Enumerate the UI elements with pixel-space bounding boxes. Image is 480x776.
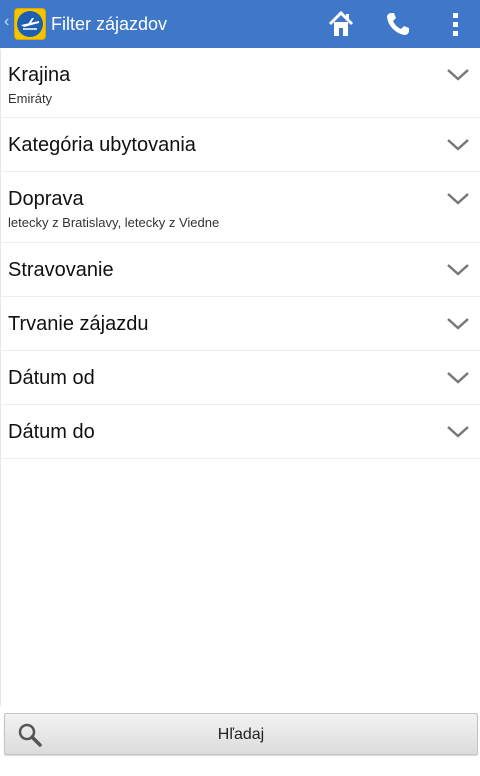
overflow-menu-icon bbox=[453, 13, 458, 36]
filter-row-datum-od[interactable]: Dátum od bbox=[0, 351, 480, 405]
chevron-down-icon bbox=[447, 193, 469, 205]
filter-value: Emiráty bbox=[8, 91, 53, 106]
call-button[interactable] bbox=[383, 9, 413, 39]
filter-title: Dátum do bbox=[8, 421, 95, 443]
home-button[interactable] bbox=[326, 9, 356, 39]
filter-row-trvanie-zajazdu[interactable]: Trvanie zájazdu bbox=[0, 297, 480, 351]
chevron-down-icon bbox=[447, 426, 469, 438]
airplane-icon bbox=[17, 11, 43, 37]
filter-title: Krajina bbox=[8, 64, 71, 86]
filter-list: Krajina Emiráty Kategória ubytovania Dop… bbox=[0, 49, 480, 459]
filter-row-stravovanie[interactable]: Stravovanie bbox=[0, 243, 480, 297]
page-title: Filter zájazdov bbox=[51, 14, 168, 34]
home-icon bbox=[328, 10, 354, 36]
chevron-down-icon bbox=[447, 372, 469, 384]
search-button-label: Hľadaj bbox=[217, 726, 265, 743]
chevron-down-icon bbox=[447, 264, 469, 276]
filter-row-kategoria-ubytovania[interactable]: Kategória ubytovania bbox=[0, 118, 480, 172]
search-button[interactable]: Hľadaj bbox=[4, 713, 478, 755]
filter-title: Stravovanie bbox=[8, 259, 114, 281]
chevron-down-icon bbox=[447, 318, 469, 330]
overflow-menu-button[interactable] bbox=[440, 9, 470, 39]
chevron-down-icon bbox=[447, 139, 469, 151]
filter-value: letecky z Bratislavy, letecky z Viedne bbox=[8, 215, 220, 230]
bottom-bar: Hľadaj bbox=[0, 706, 480, 776]
up-caret-icon[interactable]: ‹ bbox=[4, 14, 9, 30]
filter-row-krajina[interactable]: Krajina Emiráty bbox=[0, 49, 480, 118]
chevron-down-icon bbox=[447, 69, 469, 81]
filter-row-doprava[interactable]: Doprava letecky z Bratislavy, letecky z … bbox=[0, 172, 480, 243]
filter-title: Dátum od bbox=[8, 367, 95, 389]
filter-title: Kategória ubytovania bbox=[8, 134, 196, 156]
action-bar: ‹ Filter zájazdov bbox=[0, 0, 480, 48]
filter-title: Doprava bbox=[8, 188, 84, 210]
filter-row-datum-do[interactable]: Dátum do bbox=[0, 405, 480, 459]
app-logo-icon[interactable] bbox=[14, 8, 46, 40]
phone-icon bbox=[387, 13, 409, 35]
filter-title: Trvanie zájazdu bbox=[8, 313, 149, 335]
